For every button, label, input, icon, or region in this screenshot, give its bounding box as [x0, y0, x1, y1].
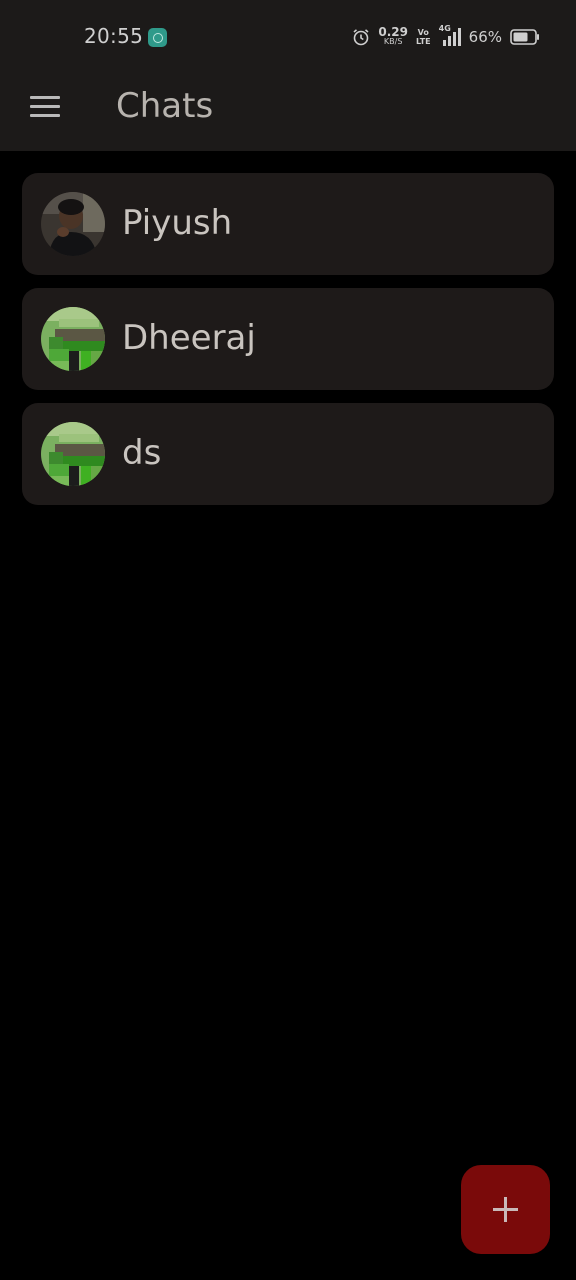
chat-name: Dheeraj	[122, 318, 256, 358]
page-title: Chats	[116, 86, 214, 126]
network-type: 4G	[438, 24, 451, 33]
chat-item-piyush[interactable]: Piyush	[22, 173, 554, 275]
chat-name: Piyush	[122, 203, 233, 243]
status-time: 20:55	[84, 24, 144, 48]
network-speed-value: 0.29	[378, 25, 408, 39]
battery-percent: 66%	[468, 28, 502, 46]
chat-name: ds	[122, 433, 162, 473]
battery-icon	[510, 29, 540, 45]
signal-icon: 4G	[438, 24, 461, 47]
chat-list: Piyush Dheeraj ds	[22, 173, 554, 518]
chat-item-ds[interactable]: ds	[22, 403, 554, 505]
new-chat-button[interactable]	[461, 1165, 550, 1254]
app-bar: Chats	[0, 72, 576, 151]
plus-icon	[493, 1197, 518, 1222]
network-speed-unit: KB/S	[383, 37, 403, 46]
volte-top: Vo	[417, 28, 429, 37]
chat-item-dheeraj[interactable]: Dheeraj	[22, 288, 554, 390]
hamburger-menu-icon[interactable]	[30, 96, 60, 118]
volte-indicator: Vo LTE	[416, 28, 431, 46]
volte-bottom: LTE	[415, 37, 431, 46]
status-indicators: 0.29 KB/S Vo LTE 4G 66%	[352, 24, 540, 48]
network-speed: 0.29 KB/S	[378, 25, 408, 47]
chat-notification-icon	[148, 28, 167, 47]
photo-avatar	[41, 192, 105, 256]
status-bar: 20:55 0.29 KB/S Vo LTE 4G 66%	[0, 0, 576, 72]
alarm-icon	[352, 28, 370, 46]
pixel-avatar	[41, 307, 105, 371]
pixel-avatar	[41, 422, 105, 486]
